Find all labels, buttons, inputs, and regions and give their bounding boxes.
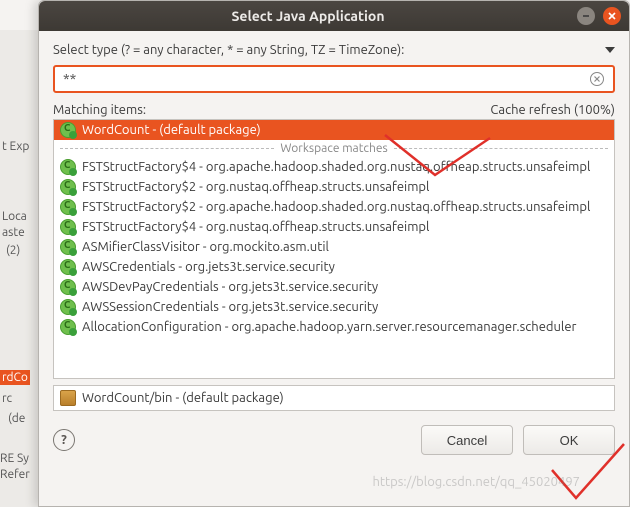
- list-item[interactable]: AWSSessionCredentials - org.jets3t.servi…: [54, 297, 614, 317]
- dropdown-icon[interactable]: [605, 47, 615, 53]
- list-item-label: AWSDevPayCredentials - org.jets3t.servic…: [82, 280, 378, 294]
- workspace-separator: Workspace matches: [54, 140, 614, 157]
- class-icon: [60, 122, 76, 138]
- list-item-label: FSTStructFactory$2 - org.nustaq.offheap.…: [82, 180, 429, 194]
- ok-button[interactable]: OK: [523, 425, 615, 455]
- bg-text: RE Sy: [0, 452, 29, 465]
- bg-text: Refer: [0, 468, 30, 481]
- list-item[interactable]: FSTStructFactory$2 - org.nustaq.offheap.…: [54, 177, 614, 197]
- cache-refresh-label: Cache refresh (100%): [490, 103, 615, 117]
- close-button[interactable]: [603, 7, 621, 25]
- help-icon[interactable]: ?: [53, 429, 75, 451]
- list-item[interactable]: AWSDevPayCredentials - org.jets3t.servic…: [54, 277, 614, 297]
- titlebar: Select Java Application: [39, 1, 629, 31]
- list-item-label: FSTStructFactory$2 - org.apache.hadoop.s…: [82, 200, 590, 214]
- list-item-label: AllocationConfiguration - org.apache.had…: [82, 320, 576, 334]
- bg-text: (de: [8, 412, 25, 425]
- bg-text: aste: [2, 226, 25, 239]
- class-icon: [60, 259, 76, 275]
- runnable-badge-icon: [69, 268, 77, 276]
- dialog-select-java-application: Select Java Application Select type (? =…: [38, 0, 630, 507]
- list-item-label: FSTStructFactory$4 - org.nustaq.offheap.…: [82, 220, 429, 234]
- dialog-content: Select type (? = any character, * = any …: [39, 31, 629, 506]
- prompt-label: Select type (? = any character, * = any …: [53, 43, 605, 57]
- runnable-badge-icon: [69, 168, 77, 176]
- class-icon: [60, 279, 76, 295]
- class-icon: [60, 319, 76, 335]
- matching-header: Matching items: Cache refresh (100%): [53, 103, 615, 117]
- list-item[interactable]: AWSCredentials - org.jets3t.service.secu…: [54, 257, 614, 277]
- list-item-label: AWSCredentials - org.jets3t.service.secu…: [82, 260, 335, 274]
- bg-text: Loca: [2, 210, 27, 223]
- bg-text: rdCo: [0, 370, 30, 385]
- runnable-badge-icon: [69, 228, 77, 236]
- list-item[interactable]: FSTStructFactory$2 - org.apache.hadoop.s…: [54, 197, 614, 217]
- cancel-button[interactable]: Cancel: [421, 425, 513, 455]
- window-title: Select Java Application: [39, 8, 577, 24]
- runnable-badge-icon: [69, 131, 77, 139]
- prompt-row: Select type (? = any character, * = any …: [53, 43, 615, 57]
- matching-label: Matching items:: [53, 103, 490, 117]
- runnable-badge-icon: [69, 188, 77, 196]
- workspace-sep-label: Workspace matches: [274, 142, 393, 155]
- bg-text: t Exp: [2, 140, 29, 153]
- background-sidebar: [0, 30, 40, 507]
- runnable-badge-icon: [69, 328, 77, 336]
- runnable-badge-icon: [69, 248, 77, 256]
- runnable-badge-icon: [69, 208, 77, 216]
- dialog-footer: ? Cancel OK: [53, 425, 615, 455]
- list-item-label: ASMifierClassVisitor - org.mockito.asm.u…: [82, 240, 329, 254]
- list-item[interactable]: FSTStructFactory$4 - org.nustaq.offheap.…: [54, 217, 614, 237]
- results-list[interactable]: WordCount - (default package) Workspace …: [53, 119, 615, 379]
- list-item[interactable]: ASMifierClassVisitor - org.mockito.asm.u…: [54, 237, 614, 257]
- minimize-button[interactable]: [577, 7, 595, 25]
- search-field-wrap[interactable]: [53, 65, 615, 93]
- list-item[interactable]: WordCount - (default package): [54, 120, 614, 140]
- class-icon: [60, 199, 76, 215]
- list-item-label: FSTStructFactory$4 - org.apache.hadoop.s…: [82, 160, 590, 174]
- detail-label: WordCount/bin - (default package): [82, 391, 284, 405]
- list-item-label: AWSSessionCredentials - org.jets3t.servi…: [82, 300, 378, 314]
- class-icon: [60, 299, 76, 315]
- runnable-badge-icon: [69, 308, 77, 316]
- clear-icon[interactable]: [589, 71, 605, 87]
- class-icon: [60, 159, 76, 175]
- selection-detail: WordCount/bin - (default package): [53, 385, 615, 411]
- minimize-icon: [581, 11, 591, 21]
- bg-text: rc: [2, 392, 12, 405]
- search-input[interactable]: [63, 71, 589, 87]
- runnable-badge-icon: [69, 288, 77, 296]
- class-icon: [60, 179, 76, 195]
- close-icon: [607, 11, 617, 21]
- list-item-label: WordCount - (default package): [82, 123, 261, 137]
- class-icon: [60, 239, 76, 255]
- package-icon: [60, 390, 76, 406]
- list-item[interactable]: AllocationConfiguration - org.apache.had…: [54, 317, 614, 337]
- class-icon: [60, 219, 76, 235]
- bg-text: (2): [6, 244, 20, 257]
- list-item[interactable]: FSTStructFactory$4 - org.apache.hadoop.s…: [54, 157, 614, 177]
